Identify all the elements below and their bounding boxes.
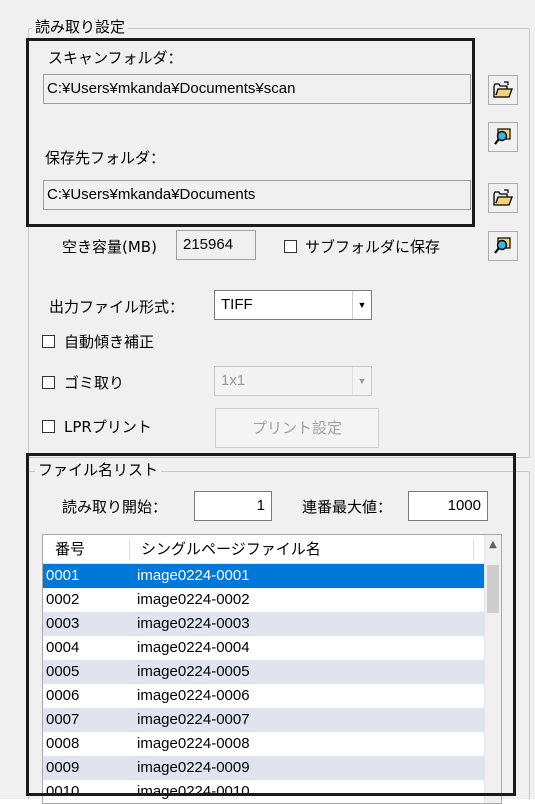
lpr-print-label: LPRプリント	[64, 418, 152, 436]
print-settings-button[interactable]: プリント設定	[215, 408, 379, 448]
file-list-callout-frame	[26, 453, 516, 796]
dust-removal-checkbox[interactable]	[42, 376, 55, 389]
browse-scan-folder-button[interactable]	[488, 122, 518, 152]
folders-callout-frame	[26, 38, 475, 227]
free-space-label: 空き容量(MB)	[62, 238, 157, 256]
dust-removal-value: 1x1	[221, 372, 246, 389]
chevron-down-icon: ▼	[352, 291, 371, 319]
lpr-print-checkbox[interactable]	[42, 420, 55, 433]
browse-icon	[494, 128, 511, 145]
free-space-value: 215964	[176, 230, 256, 260]
output-format-label: 出力ファイル形式：	[49, 298, 185, 316]
auto-deskew-checkbox[interactable]	[42, 335, 55, 348]
open-save-folder-button[interactable]	[488, 183, 518, 213]
browse-icon	[494, 237, 511, 254]
open-folder-icon	[493, 189, 513, 206]
open-folder-icon	[493, 81, 513, 98]
output-format-select[interactable]: TIFF ▼	[214, 290, 372, 320]
save-subfolder-checkbox[interactable]	[284, 240, 297, 253]
read-settings-title: 読み取り設定	[32, 18, 129, 36]
dust-removal-label: ゴミ取り	[64, 374, 125, 392]
browse-save-folder-button[interactable]	[488, 231, 518, 261]
output-format-value: TIFF	[221, 296, 253, 313]
dust-removal-select[interactable]: 1x1 ▼	[214, 366, 372, 396]
open-scan-folder-button[interactable]	[488, 75, 518, 105]
auto-deskew-label: 自動傾き補正	[64, 333, 155, 351]
save-subfolder-label: サブフォルダに保存	[305, 238, 441, 256]
chevron-down-icon: ▼	[352, 367, 371, 395]
